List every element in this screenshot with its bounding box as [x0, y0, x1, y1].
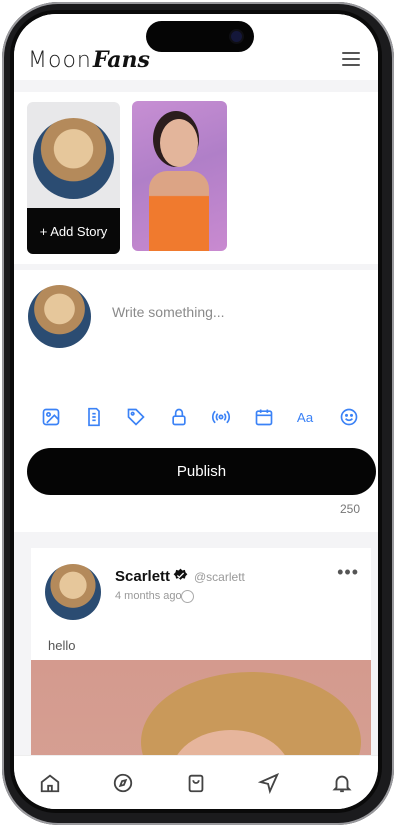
avatar[interactable]	[45, 564, 101, 620]
add-story-button[interactable]: + Add Story	[27, 208, 120, 254]
image-icon[interactable]	[40, 406, 62, 428]
post-timestamp: 4 months ago	[115, 590, 182, 602]
camera-icon	[231, 31, 242, 42]
composer-toolbar: Aa	[40, 406, 360, 428]
story-person-body	[149, 171, 209, 251]
logo-fans-text: Fans	[92, 47, 150, 73]
verified-icon	[173, 568, 188, 580]
avatar	[33, 118, 114, 199]
text-format-icon[interactable]: Aa	[295, 406, 317, 428]
globe-icon	[181, 590, 194, 603]
publish-button[interactable]: Publish	[27, 448, 376, 495]
more-options-icon[interactable]: •••	[337, 562, 359, 583]
logo-moon-text: Moon	[28, 47, 92, 73]
emoji-icon[interactable]	[338, 406, 360, 428]
tag-icon[interactable]	[125, 406, 147, 428]
hamburger-menu-icon[interactable]	[342, 52, 360, 66]
lock-icon[interactable]	[168, 406, 190, 428]
post-author-name[interactable]: Scarlett	[115, 568, 170, 585]
home-icon[interactable]	[35, 768, 65, 798]
post-author-handle[interactable]: @scarlett	[194, 570, 245, 584]
shopping-bag-icon[interactable]	[181, 768, 211, 798]
post-input[interactable]	[110, 299, 364, 325]
file-icon[interactable]	[83, 406, 105, 428]
calendar-icon[interactable]	[253, 406, 275, 428]
screen: Moon Fans + Add Story Write something...…	[14, 14, 378, 809]
broadcast-icon[interactable]	[210, 406, 232, 428]
app-logo[interactable]: Moon Fans	[28, 47, 150, 73]
story-person-head	[160, 119, 198, 167]
avatar	[28, 285, 91, 348]
send-icon[interactable]	[254, 768, 284, 798]
bell-icon[interactable]	[327, 768, 357, 798]
svg-text:Aa: Aa	[297, 410, 314, 425]
dynamic-island	[146, 21, 254, 52]
compass-icon[interactable]	[108, 768, 138, 798]
post-composer: Aa Publish 250	[14, 270, 378, 532]
character-count: 250	[339, 502, 360, 516]
add-story-card[interactable]: + Add Story	[27, 102, 120, 254]
post-text: hello	[48, 638, 76, 653]
stories-bar: + Add Story	[14, 92, 378, 264]
bottom-navigation	[14, 755, 378, 809]
story-card[interactable]	[132, 101, 227, 251]
